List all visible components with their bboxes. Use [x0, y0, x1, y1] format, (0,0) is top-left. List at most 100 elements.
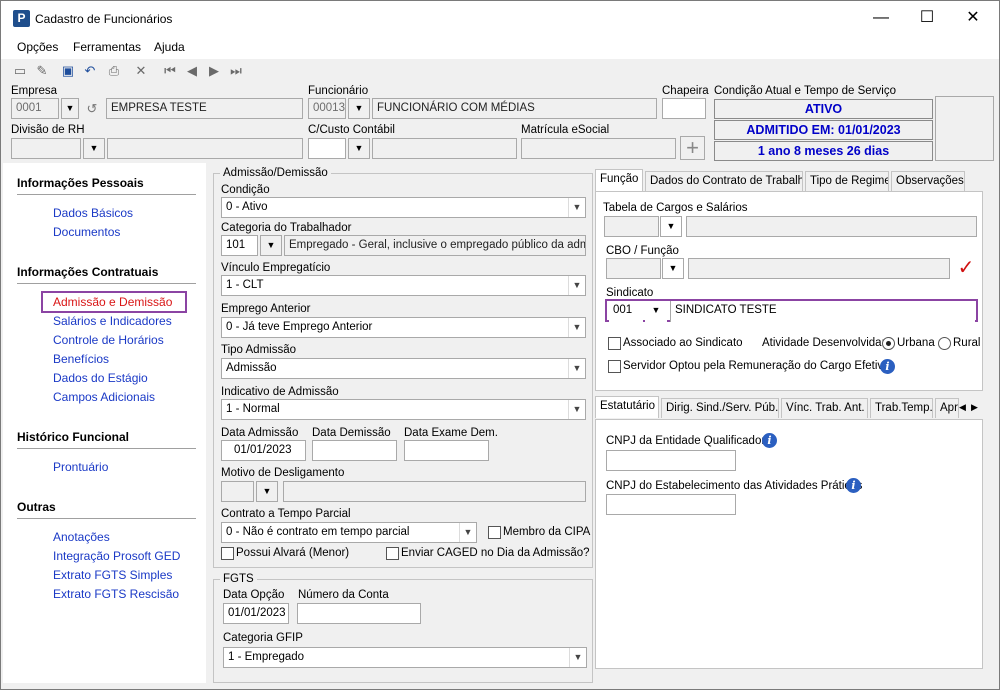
categoria-gfip-select[interactable]: 1 - Empregado ▼	[223, 647, 587, 668]
sidebar-item-controle-horarios[interactable]: Controle de Horários	[53, 333, 164, 347]
next-record-icon[interactable]: ▶	[205, 62, 223, 80]
first-record-icon[interactable]: ⏮	[161, 62, 179, 80]
vinculo-select[interactable]: 1 - CLT ▼	[221, 275, 586, 296]
sidebar-item-admissao-demissao[interactable]: Admissão e Demissão	[53, 295, 172, 309]
funcionario-label: Funcionário	[308, 85, 369, 97]
tipo-admissao-label: Tipo Admissão	[221, 344, 296, 356]
funcionario-code-field[interactable]: 00013	[308, 98, 346, 119]
rural-radio[interactable]	[938, 337, 951, 350]
servidor-checkbox[interactable]	[608, 360, 621, 373]
sindicato-dropdown[interactable]: ▼	[645, 301, 667, 322]
sidebar-item-salarios[interactable]: Salários e Indicadores	[53, 314, 172, 328]
matricula-esocial-field[interactable]	[521, 138, 676, 159]
undo-icon[interactable]: ↶	[81, 62, 99, 80]
sidebar-item-dados-estagio[interactable]: Dados do Estágio	[53, 371, 148, 385]
edit-icon[interactable]: ✎	[33, 62, 51, 80]
data-demissao-field[interactable]	[312, 440, 397, 461]
data-admissao-field[interactable]: 01/01/2023	[221, 440, 306, 461]
menu-ajuda[interactable]: Ajuda	[154, 40, 185, 54]
section-informacoes-contratuais: Informações Contratuais	[17, 265, 159, 279]
tab-apr[interactable]: Apr	[935, 398, 959, 418]
sidebar-item-extrato-fgts-simples[interactable]: Extrato FGTS Simples	[53, 568, 172, 582]
tab-dirig-sind[interactable]: Dirig. Sind./Serv. Púb.	[661, 398, 779, 418]
save-icon[interactable]: ▣	[59, 62, 77, 80]
tab-dados-contrato[interactable]: Dados do Contrato de Trabalho	[645, 171, 803, 191]
cnpj-entidade-field[interactable]	[606, 450, 736, 471]
contrato-parcial-select[interactable]: 0 - Não é contrato em tempo parcial ▼	[221, 522, 477, 543]
motivo-dropdown[interactable]: ▼	[256, 481, 278, 502]
alvara-checkbox[interactable]	[221, 547, 234, 560]
numero-conta-field[interactable]	[297, 603, 421, 624]
menu-ferramentas[interactable]: Ferramentas	[73, 40, 141, 54]
sidebar-item-integracao-ged[interactable]: Integração Prosoft GED	[53, 549, 180, 563]
ccusto-dropdown[interactable]: ▼	[348, 138, 370, 159]
categoria-code-field[interactable]: 101	[221, 235, 258, 256]
divisao-dropdown[interactable]: ▼	[83, 138, 105, 159]
sidebar-item-dados-basicos[interactable]: Dados Básicos	[53, 206, 133, 220]
sidebar-item-documentos[interactable]: Documentos	[53, 225, 120, 239]
associado-checkbox[interactable]	[608, 337, 621, 350]
info-icon[interactable]: i	[846, 478, 861, 493]
tabela-dropdown[interactable]: ▼	[660, 216, 682, 237]
tab-observacoes[interactable]: Observações	[891, 171, 965, 191]
right-tab-strip: Função Dados do Contrato de Trabalho Tip…	[595, 169, 985, 193]
tipo-admissao-select[interactable]: Admissão ▼	[221, 358, 586, 379]
tab-scroll-right-icon[interactable]: ▶	[971, 399, 980, 415]
indicativo-select[interactable]: 1 - Normal ▼	[221, 399, 586, 420]
chevron-down-icon: ▼	[568, 198, 585, 217]
data-exame-field[interactable]	[404, 440, 489, 461]
new-icon[interactable]: ▭	[11, 62, 29, 80]
contrato-parcial-value: 0 - Não é contrato em tempo parcial	[226, 526, 410, 538]
delete-icon[interactable]: ✕	[132, 62, 150, 80]
maximize-button[interactable]: ☐	[905, 5, 949, 31]
divisao-code-field[interactable]	[11, 138, 81, 159]
urbana-radio[interactable]	[882, 337, 895, 350]
sindicato-code-field[interactable]: 001	[609, 301, 643, 322]
tabela-code-field[interactable]	[604, 216, 659, 237]
tab-tipo-regime[interactable]: Tipo de Regime	[805, 171, 889, 191]
sidebar-item-extrato-fgts-rescisao[interactable]: Extrato FGTS Rescisão	[53, 587, 179, 601]
tab-vinc-trab-ant[interactable]: Vínc. Trab. Ant.	[781, 398, 868, 418]
refresh-icon[interactable]: ↺	[83, 100, 101, 118]
data-opcao-label: Data Opção	[223, 589, 285, 601]
empresa-dropdown[interactable]: ▼	[61, 98, 79, 119]
prev-record-icon[interactable]: ◀	[183, 62, 201, 80]
data-opcao-field[interactable]: 01/01/2023	[223, 603, 289, 624]
cbo-dropdown[interactable]: ▼	[662, 258, 684, 279]
cnpj-estabelecimento-field[interactable]	[606, 494, 736, 515]
minimize-button[interactable]: —	[859, 5, 903, 31]
close-button[interactable]: ✕	[951, 5, 995, 31]
tab-funcao[interactable]: Função	[595, 169, 643, 191]
tab-scroll-left-icon[interactable]: ◀	[959, 399, 968, 415]
ccusto-code-field[interactable]	[308, 138, 346, 159]
motivo-code-field[interactable]	[221, 481, 254, 502]
emprego-anterior-select[interactable]: 0 - Já teve Emprego Anterior ▼	[221, 317, 586, 338]
tab-trab-temp[interactable]: Trab.Temp.	[870, 398, 933, 418]
section-historico-funcional: Histórico Funcional	[17, 430, 130, 444]
sidebar-item-prontuario[interactable]: Prontuário	[53, 460, 108, 474]
tab-estatutario[interactable]: Estatutário	[595, 396, 659, 418]
empresa-code-field[interactable]: 0001	[11, 98, 59, 119]
sidebar-item-anotacoes[interactable]: Anotações	[53, 530, 110, 544]
checkmark-icon[interactable]: ✓	[954, 256, 978, 280]
cbo-code-field[interactable]	[606, 258, 661, 279]
employee-photo[interactable]	[935, 96, 994, 161]
add-icon[interactable]: +	[680, 136, 705, 160]
print-icon[interactable]: ⎙	[105, 62, 123, 80]
condicao-select[interactable]: 0 - Ativo ▼	[221, 197, 586, 218]
funcionario-dropdown[interactable]: ▼	[348, 98, 370, 119]
sidebar-item-campos-adicionais[interactable]: Campos Adicionais	[53, 390, 155, 404]
categoria-dropdown[interactable]: ▼	[260, 235, 282, 256]
sindicato-label: Sindicato	[606, 287, 654, 299]
caged-checkbox[interactable]	[386, 547, 399, 560]
vinculo-value: 1 - CLT	[226, 279, 264, 291]
info-icon[interactable]: i	[880, 359, 895, 374]
funcionario-name-field: FUNCIONÁRIO COM MÉDIAS	[372, 98, 657, 119]
chapeira-field[interactable]	[662, 98, 706, 119]
membro-cipa-checkbox[interactable]	[488, 526, 501, 539]
categoria-label: Categoria do Trabalhador	[221, 222, 352, 234]
info-icon[interactable]: i	[762, 433, 777, 448]
last-record-icon[interactable]: ⏭	[227, 62, 245, 80]
sidebar-item-beneficios[interactable]: Benefícios	[53, 352, 109, 366]
menu-opcoes[interactable]: Opções	[17, 40, 58, 54]
